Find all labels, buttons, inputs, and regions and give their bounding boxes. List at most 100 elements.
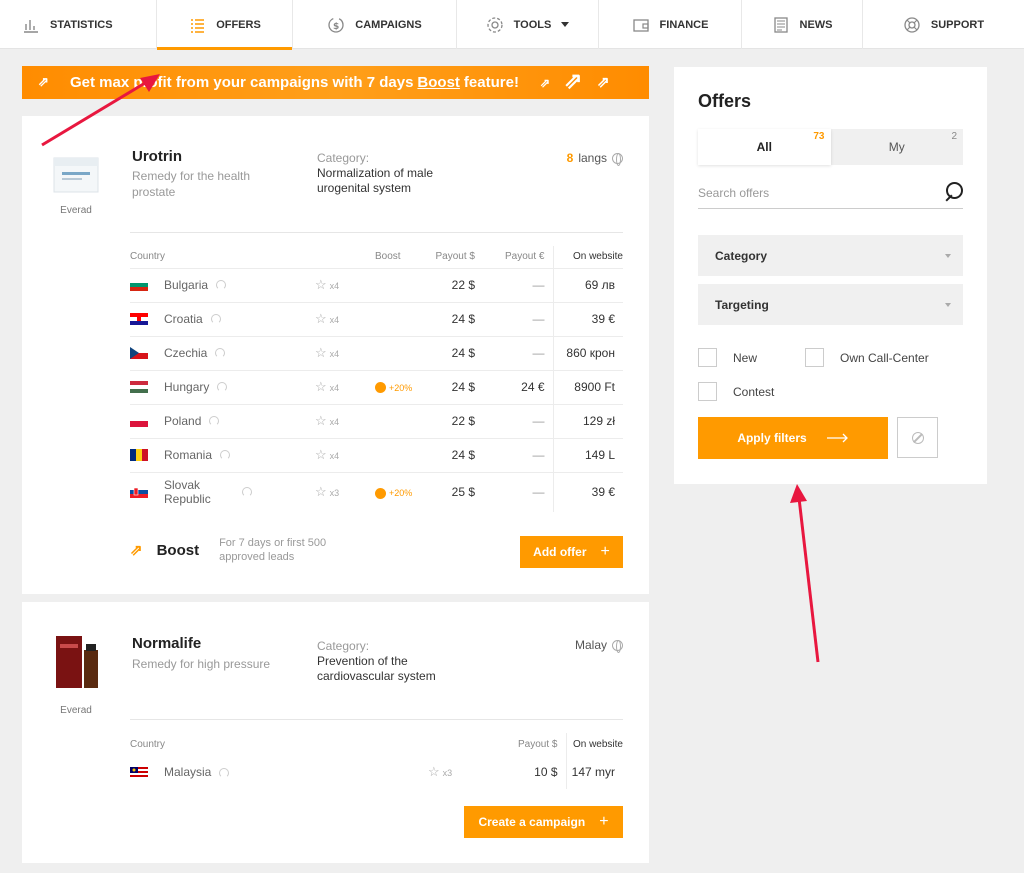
checkbox[interactable] (698, 382, 717, 401)
languages[interactable]: 8 langs (567, 151, 623, 166)
checkbox-contest[interactable]: Contest (698, 382, 774, 401)
flag-icon (130, 486, 148, 499)
star-icon[interactable]: ☆ (315, 277, 327, 292)
nav-news[interactable]: NEWS (742, 0, 863, 49)
divider (130, 719, 623, 720)
multiplier: x4 (329, 383, 340, 393)
favorite-cell: ☆ x4 (315, 267, 375, 302)
table-row[interactable]: Croatia ☆ x4 24 $ —39 € (130, 301, 623, 336)
star-icon[interactable]: ☆ (315, 345, 327, 360)
country-name: Hungary (164, 380, 210, 395)
star-icon[interactable]: ☆ (428, 764, 440, 779)
col-country: Country (130, 251, 166, 263)
payout-usd: 22 $ (425, 267, 483, 302)
plus-icon: + (599, 813, 609, 830)
chevron-down-icon (561, 22, 570, 27)
country-name: Czechia (164, 346, 208, 361)
offer-title[interactable]: Urotrin (132, 148, 182, 165)
langs-label: langs (578, 151, 607, 165)
headset-icon (217, 382, 228, 393)
checkbox[interactable] (698, 348, 717, 367)
star-icon[interactable]: ☆ (315, 379, 327, 394)
add-offer-label: Add offer (533, 545, 587, 559)
tab-count: 73 (813, 131, 825, 142)
banner-boost-link[interactable]: Boost (417, 74, 460, 91)
star-icon[interactable]: ☆ (315, 484, 327, 499)
banner-text-end: feature! (463, 74, 519, 91)
flag-icon (130, 347, 148, 360)
payout-eur: — (483, 471, 553, 512)
col-country: Country (130, 738, 166, 750)
country-cell: Romania (130, 437, 315, 472)
table-row[interactable]: Bulgaria ☆ x4 22 $ —69 лв (130, 267, 623, 302)
table-row[interactable]: Hungary ☆ x4 +20% 24 $24 €8900 Ft (130, 369, 623, 404)
annotation-arrowhead (790, 484, 807, 503)
star-icon[interactable]: ☆ (315, 413, 327, 428)
nav-tools[interactable]: TOOLS (457, 0, 599, 49)
boost-percent: +20% (389, 383, 413, 393)
category-label: Category: (317, 151, 370, 165)
tab-label: My (888, 140, 905, 154)
star-icon[interactable]: ☆ (315, 311, 327, 326)
coin-icon (375, 487, 386, 499)
offer-card-urotrin: Everad Urotrin Remedy for the health pro… (22, 116, 649, 594)
payout-eur: — (483, 267, 553, 302)
favorite-cell: ☆ x4 (315, 335, 375, 370)
table-row[interactable]: Romania ☆ x4 24 $ —149 L (130, 437, 623, 472)
star-icon[interactable]: ☆ (315, 447, 327, 462)
tab-all[interactable]: All 73 (698, 129, 831, 165)
search-icon[interactable] (943, 181, 963, 204)
languages[interactable]: Malay (575, 638, 623, 653)
table-row[interactable]: Slovak Republic ☆ x3 +20% 25 $ —39 € (130, 471, 623, 512)
payout-usd: 25 $ (425, 471, 483, 512)
headset-icon (209, 416, 220, 427)
nav-finance[interactable]: FINANCE (599, 0, 742, 49)
reset-filters-button[interactable] (897, 417, 938, 458)
search-input[interactable] (698, 185, 918, 200)
checkbox[interactable] (805, 348, 824, 367)
checkbox-own-call-center[interactable]: Own Call-Center (805, 348, 929, 367)
table-row[interactable]: Czechia ☆ x4 24 $ —860 крон (130, 335, 623, 370)
targeting-select[interactable]: Targeting (698, 284, 963, 325)
arrow-right-icon (826, 433, 848, 443)
favorite-cell: ☆ x4 (315, 403, 375, 438)
table-row[interactable]: Poland ☆ x4 22 $ —129 zł (130, 403, 623, 438)
payout-eur: — (483, 301, 553, 336)
payout-usd: 24 $ (425, 437, 483, 472)
apply-label: Apply filters (737, 431, 807, 445)
favorite-cell: ☆ x3 (315, 471, 375, 512)
flag-icon (130, 279, 148, 292)
lifebuoy-icon (904, 16, 920, 33)
nav-support[interactable]: SUPPORT (863, 0, 1024, 49)
offer-title[interactable]: Normalife (132, 635, 201, 652)
on-website-price: 8900 Ft (552, 369, 623, 404)
apply-filters-button[interactable]: Apply filters (698, 417, 888, 459)
table-row[interactable]: Malaysia ☆ x3 10 $ 147 myr (130, 755, 623, 789)
payout-usd: 24 $ (425, 301, 483, 336)
on-website-price: 147 myr (565, 755, 623, 789)
flag-icon (130, 313, 148, 326)
col-payout-usd: Payout $ (518, 738, 558, 750)
country-name: Bulgaria (164, 278, 209, 293)
checkbox-new[interactable]: New (698, 348, 757, 367)
add-offer-button[interactable]: Add offer + (520, 536, 623, 568)
checkbox-label: Contest (733, 384, 775, 399)
country-cell: Czechia (130, 335, 315, 370)
product-image (53, 157, 99, 193)
headset-icon (215, 348, 226, 359)
nav-statistics[interactable]: STATISTICS (0, 0, 157, 49)
col-on-website: On website (565, 733, 623, 755)
boost-banner[interactable]: ⇗ Get max profit from your campaigns wit… (22, 66, 649, 99)
tab-my[interactable]: My 2 (831, 129, 964, 165)
payout-usd: 24 $ (425, 369, 483, 404)
create-campaign-button[interactable]: Create a campaign + (464, 806, 623, 838)
category-select[interactable]: Category (698, 235, 963, 276)
multiplier: x4 (329, 417, 340, 427)
boost-percent: +20% (389, 488, 413, 499)
annotation-arrow (797, 497, 820, 663)
nav-campaigns[interactable]: $ CAMPAIGNS (293, 0, 457, 49)
checkbox-label: Own Call-Center (840, 350, 929, 365)
col-mult (315, 246, 375, 268)
nav-offers[interactable]: OFFERS (157, 0, 293, 50)
flag-icon (130, 449, 148, 462)
